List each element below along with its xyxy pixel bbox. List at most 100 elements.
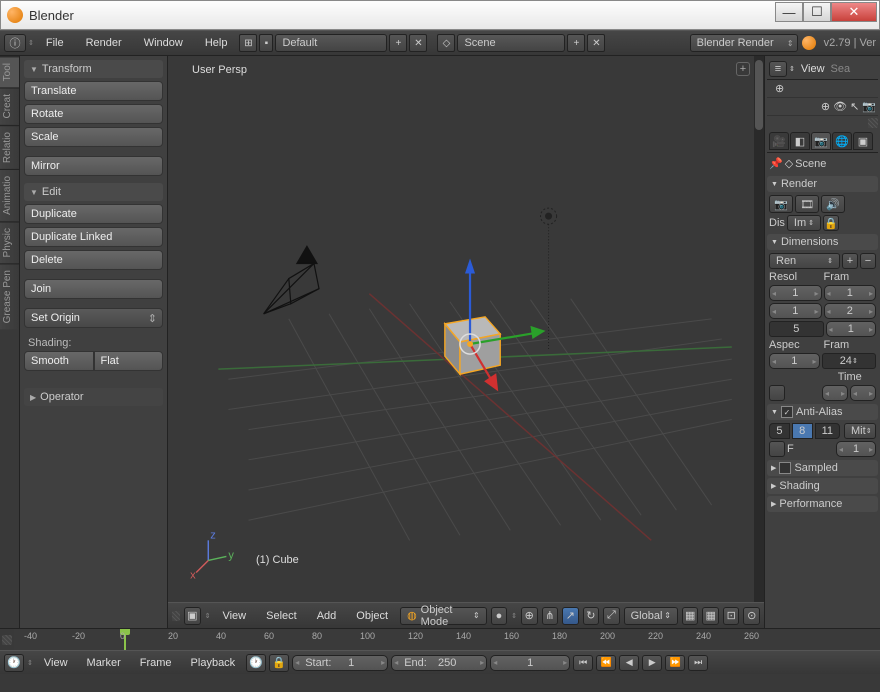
delete-button[interactable]: Delete xyxy=(24,250,163,270)
add-scene-button[interactable]: + xyxy=(567,34,585,52)
tab-scene-icon[interactable]: 📷 xyxy=(811,132,831,150)
tab-render-icon[interactable]: 🎥 xyxy=(769,132,789,150)
translate-button[interactable]: Translate xyxy=(24,81,163,101)
layers-button-2[interactable]: ▦ xyxy=(702,607,719,625)
pivot-point-icon[interactable]: ⊕ xyxy=(521,607,538,625)
resolution-x-field[interactable]: 1 xyxy=(769,285,822,301)
rotate-manipulator-icon[interactable]: ↻ xyxy=(583,607,600,625)
scale-manipulator-icon[interactable]: ⤢ xyxy=(603,607,620,625)
tab-create[interactable]: Creat xyxy=(0,87,19,124)
cursor-icon[interactable]: ↖ xyxy=(850,100,859,113)
scene-dropdown[interactable]: Scene xyxy=(457,34,565,52)
tab-world-icon[interactable]: 🌐 xyxy=(832,132,852,150)
mode-dropdown[interactable]: ◍Object Mode⇕ xyxy=(400,607,487,625)
edit-panel-header[interactable]: Edit xyxy=(24,183,163,201)
menu-render[interactable]: Render xyxy=(76,34,132,52)
editor-type-outliner-icon[interactable]: ≡ xyxy=(769,61,787,77)
breadcrumb-scene[interactable]: Scene xyxy=(795,158,826,170)
dimensions-panel-header[interactable]: Dimensions xyxy=(767,234,878,250)
editor-type-timeline-icon[interactable]: 🕐 xyxy=(4,654,24,672)
fps-field[interactable]: 24 ⇕ xyxy=(822,353,877,369)
tab-grease-pencil[interactable]: Grease Pen xyxy=(0,263,19,329)
render-audio-button[interactable]: 🔊 xyxy=(821,195,845,213)
toolshelf-scrollbar[interactable] xyxy=(754,56,764,628)
3dview-menu-object[interactable]: Object xyxy=(348,607,396,625)
screen-browse-icon[interactable]: ▪ xyxy=(259,34,273,52)
operator-panel-header[interactable]: Operator xyxy=(24,388,163,406)
timeline-ruler[interactable]: -40-200204060801001201401601802002202402… xyxy=(0,628,880,650)
frame-end-field[interactable]: 2 xyxy=(824,303,877,319)
timeline-menu-marker[interactable]: Marker xyxy=(79,654,129,672)
3dview-menu-add[interactable]: Add xyxy=(309,607,345,625)
pin-icon[interactable]: 📌 xyxy=(769,157,783,170)
sampled-checkbox[interactable] xyxy=(779,462,791,474)
start-frame-field[interactable]: Start: 1 xyxy=(292,655,388,671)
jump-keyframe-fwd-button[interactable]: ⏩ xyxy=(665,655,685,671)
render-engine-dropdown[interactable]: Blender Render⇕ xyxy=(690,34,798,52)
layers-button-1[interactable]: ▦ xyxy=(682,607,699,625)
tab-animation[interactable]: Animatio xyxy=(0,169,19,221)
duplicate-button[interactable]: Duplicate xyxy=(24,204,163,224)
duplicate-linked-button[interactable]: Duplicate Linked xyxy=(24,227,163,247)
add-preset-button[interactable]: + xyxy=(842,253,858,269)
jump-keyframe-back-button[interactable]: ⏪ xyxy=(596,655,616,671)
performance-panel-header[interactable]: Performance xyxy=(767,496,878,512)
3dview-menu-view[interactable]: View xyxy=(214,607,254,625)
properties-region-toggle[interactable]: + xyxy=(736,62,750,76)
maximize-button[interactable]: ☐ xyxy=(803,2,831,22)
viewport-shading-icon[interactable]: ● xyxy=(491,607,508,625)
add-screen-button[interactable]: + xyxy=(389,34,407,52)
minimize-button[interactable]: — xyxy=(775,2,803,22)
menu-window[interactable]: Window xyxy=(134,34,193,52)
area-corner-grip[interactable] xyxy=(172,611,180,621)
mirror-button[interactable]: Mirror xyxy=(24,156,163,176)
lock-camera-icon[interactable]: ⊡ xyxy=(723,607,740,625)
manipulator-toggle-icon[interactable]: ⋔ xyxy=(542,607,559,625)
use-preview-range-icon[interactable]: 🕐 xyxy=(246,654,266,672)
full-sample-toggle[interactable] xyxy=(769,441,785,457)
camera-render-icon[interactable]: 📷 xyxy=(862,100,876,113)
area-split-grip[interactable] xyxy=(868,118,878,128)
outliner-view-menu[interactable]: View xyxy=(797,61,829,77)
back-to-previous-icon[interactable]: ⊞ xyxy=(239,34,257,52)
menu-help[interactable]: Help xyxy=(195,34,238,52)
3d-viewport[interactable]: z y x User Persp (1) Cube + ▣ ⇕ View Sel… xyxy=(168,56,764,628)
screen-layout-dropdown[interactable]: Default xyxy=(275,34,387,52)
end-frame-field[interactable]: End: 250 xyxy=(391,655,487,671)
jump-to-end-button[interactable]: ⏭ xyxy=(688,655,708,671)
lock-interface-icon[interactable]: 🔒 xyxy=(823,215,839,231)
resolution-percentage-field[interactable]: 5 xyxy=(769,321,824,337)
timeline-menu-view[interactable]: View xyxy=(36,654,76,672)
editor-type-3dview-icon[interactable]: ▣ xyxy=(184,607,201,625)
flat-button[interactable]: Flat xyxy=(94,351,164,371)
antialias-panel-header[interactable]: ✓ Anti-Alias xyxy=(767,404,878,420)
scale-button[interactable]: Scale xyxy=(24,127,163,147)
timeline-corner-grip[interactable] xyxy=(2,635,12,645)
set-origin-dropdown[interactable]: Set Origin xyxy=(24,308,163,328)
menu-file[interactable]: File xyxy=(36,34,74,52)
antialias-checkbox[interactable]: ✓ xyxy=(781,406,793,418)
timeline-menu-frame[interactable]: Frame xyxy=(132,654,180,672)
aa-filter-dropdown[interactable]: Mit⇕ xyxy=(844,423,876,439)
play-button[interactable]: ▶ xyxy=(642,655,662,671)
display-mode-dropdown[interactable]: Im⇕ xyxy=(787,215,821,231)
remove-preset-button[interactable]: − xyxy=(860,253,876,269)
transform-panel-header[interactable]: Transform xyxy=(24,60,163,78)
close-button[interactable]: ✕ xyxy=(831,2,877,22)
tab-physics[interactable]: Physic xyxy=(0,221,19,263)
time-old-field[interactable] xyxy=(822,385,848,401)
border-toggle[interactable] xyxy=(769,385,785,401)
render-image-button[interactable]: 📷 xyxy=(769,195,793,213)
filter-size-field[interactable]: 1 xyxy=(836,441,876,457)
jump-to-start-button[interactable]: ⏮ xyxy=(573,655,593,671)
sampled-motion-blur-header[interactable]: Sampled xyxy=(767,460,878,476)
delete-scene-button[interactable]: ✕ xyxy=(587,34,605,52)
aa-samples-5[interactable]: 5 xyxy=(769,423,790,439)
outliner-scene-row[interactable]: ⊕ xyxy=(767,80,878,98)
lock-time-icon[interactable]: 🔒 xyxy=(269,654,289,672)
aa-samples-8[interactable]: 8 xyxy=(792,423,813,439)
rotate-button[interactable]: Rotate xyxy=(24,104,163,124)
editor-type-info-icon[interactable]: ⓘ xyxy=(4,34,26,52)
aa-samples-11[interactable]: 11 xyxy=(815,423,840,439)
tab-relations[interactable]: Relatio xyxy=(0,125,19,169)
